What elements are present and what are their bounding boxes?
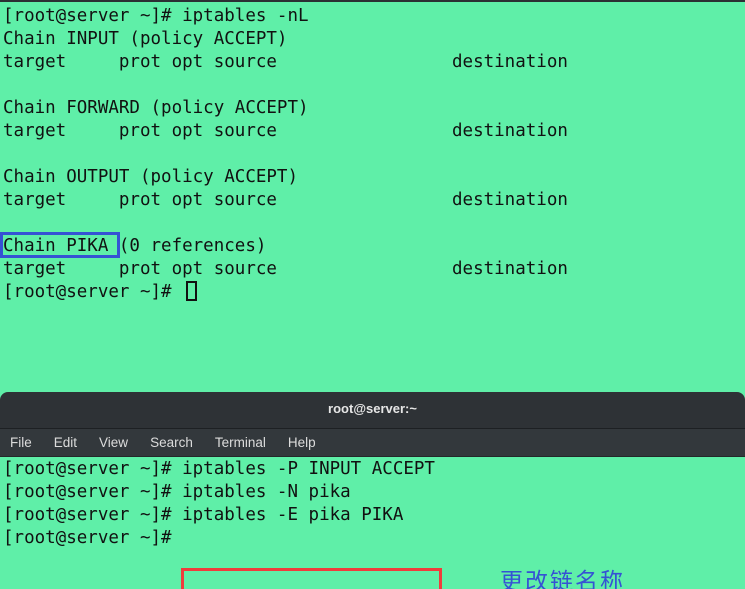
column-header-destination: destination (452, 121, 568, 141)
menu-bar[interactable]: File Edit View Search Terminal Help (0, 429, 745, 457)
menu-item-edit[interactable]: Edit (54, 435, 77, 450)
menu-item-help[interactable]: Help (288, 435, 316, 450)
rename-command-highlight-box (181, 568, 442, 589)
column-header-destination: destination (452, 52, 568, 72)
menu-item-view[interactable]: View (99, 435, 128, 450)
menu-item-terminal[interactable]: Terminal (215, 435, 266, 450)
terminal-line: Chain FORWARD (policy ACCEPT) (3, 98, 309, 118)
terminal-line: [root@server ~]# iptables -E pika PIKA (3, 505, 404, 525)
terminal-line: target prot opt source (3, 52, 277, 72)
terminal-line: [root@server ~]# iptables -P INPUT ACCEP… (3, 459, 435, 479)
menu-item-search[interactable]: Search (150, 435, 193, 450)
terminal-line: Chain INPUT (policy ACCEPT) (3, 29, 288, 49)
terminal-output-area[interactable]: [root@server ~]# iptables -P INPUT ACCEP… (0, 457, 745, 589)
terminal-window[interactable]: root@server:~ File Edit View Search Term… (0, 392, 745, 589)
window-title: root@server:~ (328, 401, 417, 416)
terminal-line: target prot opt source (3, 190, 277, 210)
column-header-destination: destination (452, 259, 568, 279)
terminal-line: [root@server ~]# iptables -nL (3, 6, 309, 26)
terminal-line: Chain OUTPUT (policy ACCEPT) (3, 167, 299, 187)
terminal-line: [root@server ~]# iptables -N pika (3, 482, 351, 502)
annotation-text: 更改链名称 (500, 569, 625, 589)
window-titlebar[interactable]: root@server:~ (0, 392, 745, 429)
terminal-line: target prot opt source (3, 121, 277, 141)
terminal-line: target prot opt source (3, 259, 277, 279)
menu-item-file[interactable]: File (10, 435, 32, 450)
terminal-prompt-line: [root@server ~]# (3, 282, 183, 302)
column-header-destination: destination (452, 190, 568, 210)
terminal-prompt-line: [root@server ~]# (3, 528, 183, 548)
chain-pika-highlight-box (0, 232, 120, 258)
terminal-cursor-outline (186, 281, 197, 301)
